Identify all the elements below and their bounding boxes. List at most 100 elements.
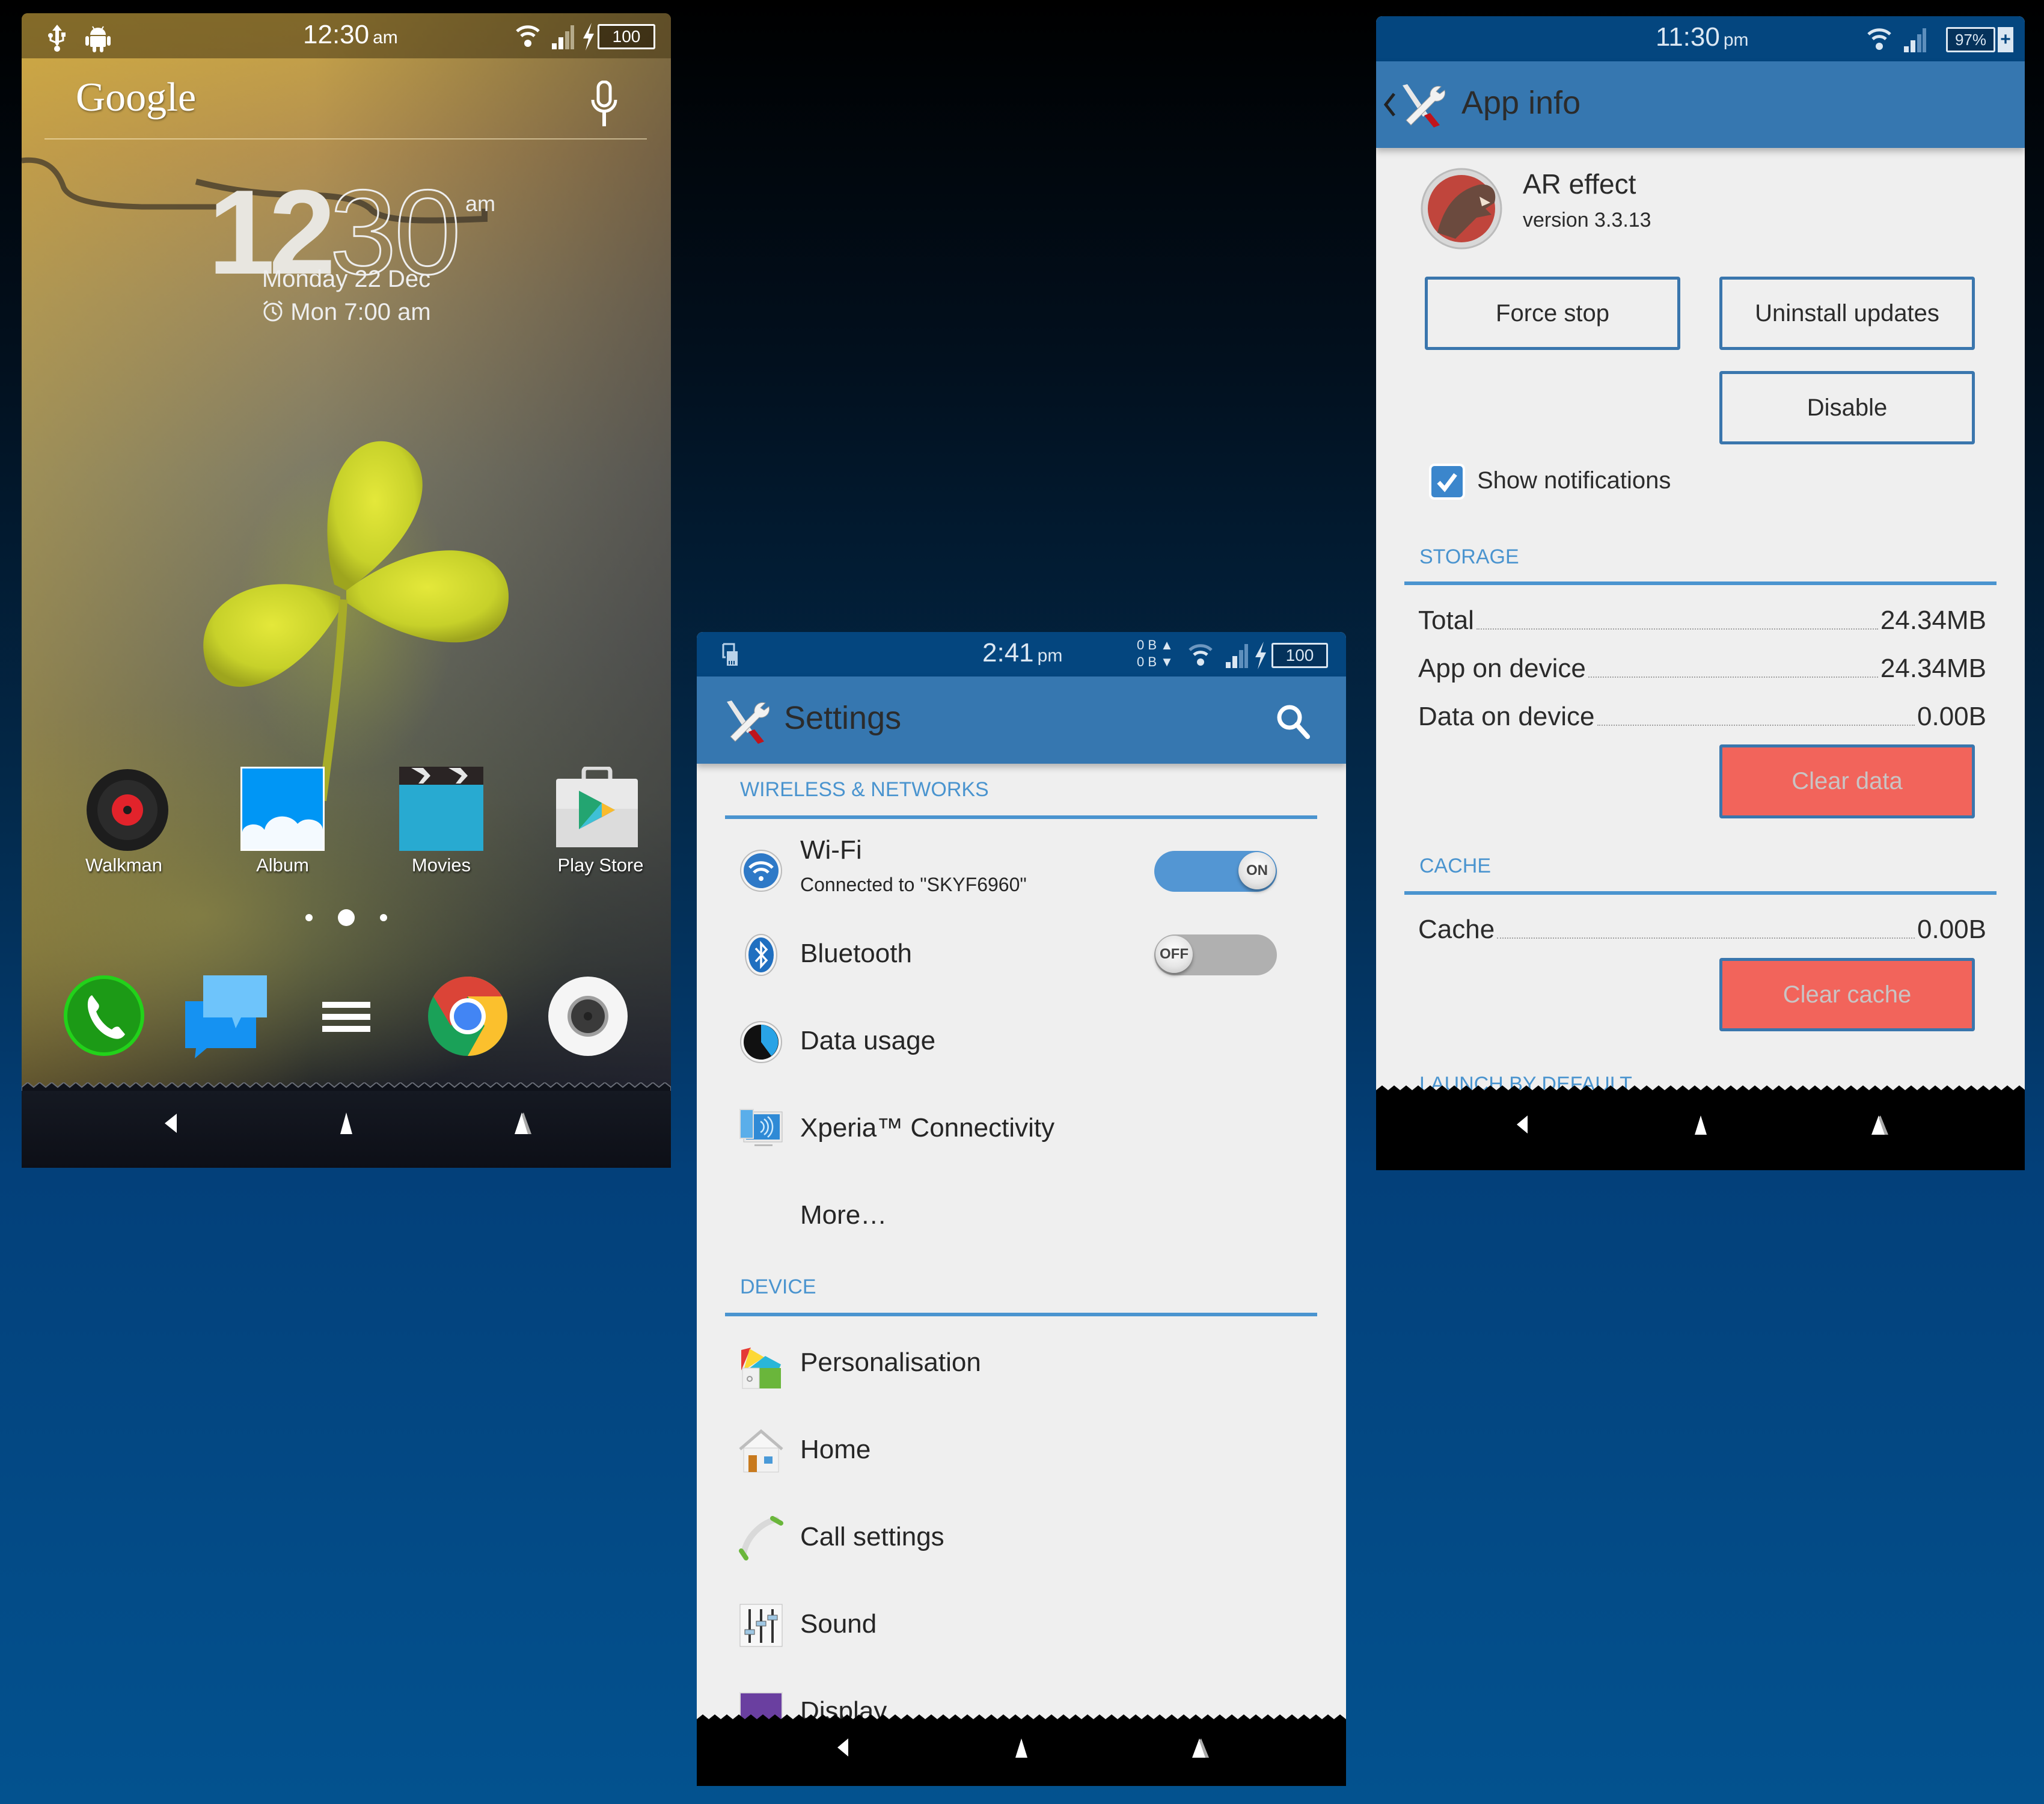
show-notifications-checkbox[interactable]: [1431, 466, 1463, 497]
battery-icon: 100: [598, 24, 655, 49]
back-button[interactable]: [1493, 1102, 1553, 1156]
battery-icon: 97%: [1946, 27, 1995, 52]
data-traffic-indicator: 0 B ▲ 0 B ▼: [1137, 637, 1179, 673]
messaging-icon[interactable]: [184, 974, 268, 1058]
settings-item-title: Sound: [800, 1609, 877, 1639]
storage-label: Data on device: [1418, 702, 1595, 731]
back-button[interactable]: [142, 1102, 202, 1156]
app-name: AR effect: [1523, 168, 1636, 200]
section-divider: [1404, 581, 1997, 585]
back-button[interactable]: [813, 1725, 874, 1779]
settings-item-sound[interactable]: Sound: [697, 1591, 1346, 1675]
app-play-store[interactable]: Play Store: [522, 750, 671, 888]
home-icon: [739, 1429, 783, 1473]
navigation-bar: [697, 1723, 1346, 1786]
settings-tools-icon: [727, 701, 770, 744]
clear-data-button[interactable]: Clear data: [1719, 744, 1975, 818]
navigation-bar: [1376, 1094, 2025, 1170]
settings-item-title: Data usage: [800, 1026, 936, 1055]
recents-button[interactable]: [494, 1102, 554, 1156]
settings-item-bluetooth[interactable]: Bluetooth OFF: [697, 921, 1346, 1005]
status-time-value: 12:30: [303, 20, 370, 49]
bluetooth-icon: [745, 934, 777, 976]
wifi-icon: [1189, 644, 1213, 666]
settings-item-call-settings[interactable]: Call settings: [697, 1504, 1346, 1588]
cache-row: Cache 0.00B: [1418, 909, 1986, 945]
settings-item-title: Call settings: [800, 1522, 944, 1551]
status-time-suffix: pm: [1037, 646, 1063, 666]
home-button[interactable]: [316, 1102, 376, 1156]
app-drawer-icon[interactable]: [322, 1002, 370, 1032]
sd-card-icon: [722, 643, 738, 666]
settings-item-title: Home: [800, 1435, 871, 1464]
app-walkman[interactable]: Walkman: [46, 750, 202, 888]
section-header-storage: STORAGE: [1419, 545, 1519, 568]
settings-item-title: More…: [800, 1200, 887, 1230]
recents-button[interactable]: [1851, 1102, 1911, 1156]
status-time-value: 11:30: [1656, 22, 1720, 52]
album-icon: [240, 767, 325, 851]
settings-tools-icon[interactable]: [1399, 83, 1447, 127]
settings-item-home[interactable]: Home: [697, 1417, 1346, 1501]
settings-item-title: Bluetooth: [800, 939, 912, 968]
status-time: 2:41 pm: [982, 638, 1062, 668]
home-button[interactable]: [1671, 1102, 1731, 1156]
app-info-panel: 11:30 pm 97% + App info AR effect versio…: [1376, 16, 2025, 1170]
home-button[interactable]: [991, 1725, 1051, 1779]
wifi-icon: [1867, 28, 1891, 50]
storage-row-app: App on device 24.34MB: [1418, 648, 1986, 684]
storage-row-data: Data on device 0.00B: [1418, 696, 1986, 732]
wifi-toggle[interactable]: ON: [1154, 851, 1277, 892]
app-version: version 3.3.13: [1523, 209, 1651, 232]
settings-panel: 2:41 pm 0 B ▲ 0 B ▼ 100 Settings WIRELES…: [697, 632, 1346, 1786]
xperia-connectivity-icon: [739, 1109, 783, 1146]
storage-value: 24.34MB: [1880, 606, 1986, 635]
chrome-icon[interactable]: [427, 975, 509, 1057]
camera-icon[interactable]: [547, 975, 629, 1057]
app-album[interactable]: Album: [204, 750, 361, 888]
wifi-icon: [740, 850, 782, 892]
clear-cache-button[interactable]: Clear cache: [1719, 958, 1975, 1031]
microphone-icon[interactable]: [590, 81, 618, 127]
navigation-bar: [22, 1091, 671, 1168]
clock-ampm: am: [465, 191, 496, 216]
storage-value: 24.34MB: [1880, 654, 1986, 683]
settings-item-xperia-connectivity[interactable]: Xperia™ Connectivity: [697, 1095, 1346, 1179]
walkman-icon: [87, 769, 168, 851]
status-time-value: 2:41: [982, 638, 1034, 667]
storage-row-total: Total 24.34MB: [1418, 600, 1986, 636]
page-dot-current[interactable]: [338, 909, 355, 926]
google-search-logo[interactable]: Google: [76, 73, 196, 121]
settings-item-data-usage[interactable]: Data usage: [697, 1008, 1346, 1092]
bluetooth-toggle[interactable]: OFF: [1154, 934, 1277, 975]
leader-dots: [1588, 677, 1878, 678]
force-stop-button[interactable]: Force stop: [1425, 277, 1680, 350]
settings-item-personalisation[interactable]: Personalisation: [697, 1330, 1346, 1414]
page-dot[interactable]: [305, 914, 313, 921]
page-title: Settings: [784, 700, 902, 736]
settings-item-more[interactable]: More…: [697, 1182, 1346, 1266]
status-time-suffix: pm: [1723, 30, 1749, 50]
search-icon[interactable]: [1274, 702, 1312, 740]
home-screen-panel: 12:30 am 100 Google 1230 am Monday 22 Dec: [22, 13, 671, 1168]
usb-icon: [48, 25, 66, 52]
settings-item-wifi[interactable]: Wi-Fi Connected to "SKYF6960" ON: [697, 824, 1346, 909]
movies-icon: [399, 767, 483, 851]
storage-value: 0.00B: [1917, 702, 1986, 731]
page-dot[interactable]: [380, 914, 387, 921]
app-movies[interactable]: Movies: [363, 750, 519, 888]
disable-button[interactable]: Disable: [1719, 371, 1975, 444]
phone-icon[interactable]: [64, 975, 145, 1057]
action-bar: Settings: [697, 677, 1346, 764]
storage-label: App on device: [1418, 654, 1586, 683]
data-down: 0 B ▼: [1137, 654, 1173, 669]
status-bar: 11:30 pm 97% +: [1376, 16, 2025, 61]
show-notifications-row[interactable]: Show notifications: [1430, 461, 1731, 503]
section-header-cache: CACHE: [1419, 854, 1492, 877]
app-label: Movies: [411, 854, 471, 876]
uninstall-updates-button[interactable]: Uninstall updates: [1719, 277, 1975, 350]
data-up: 0 B ▲: [1137, 637, 1173, 652]
leader-dots: [1497, 937, 1915, 939]
back-arrow-icon[interactable]: [1382, 91, 1397, 118]
recents-button[interactable]: [1172, 1725, 1232, 1779]
